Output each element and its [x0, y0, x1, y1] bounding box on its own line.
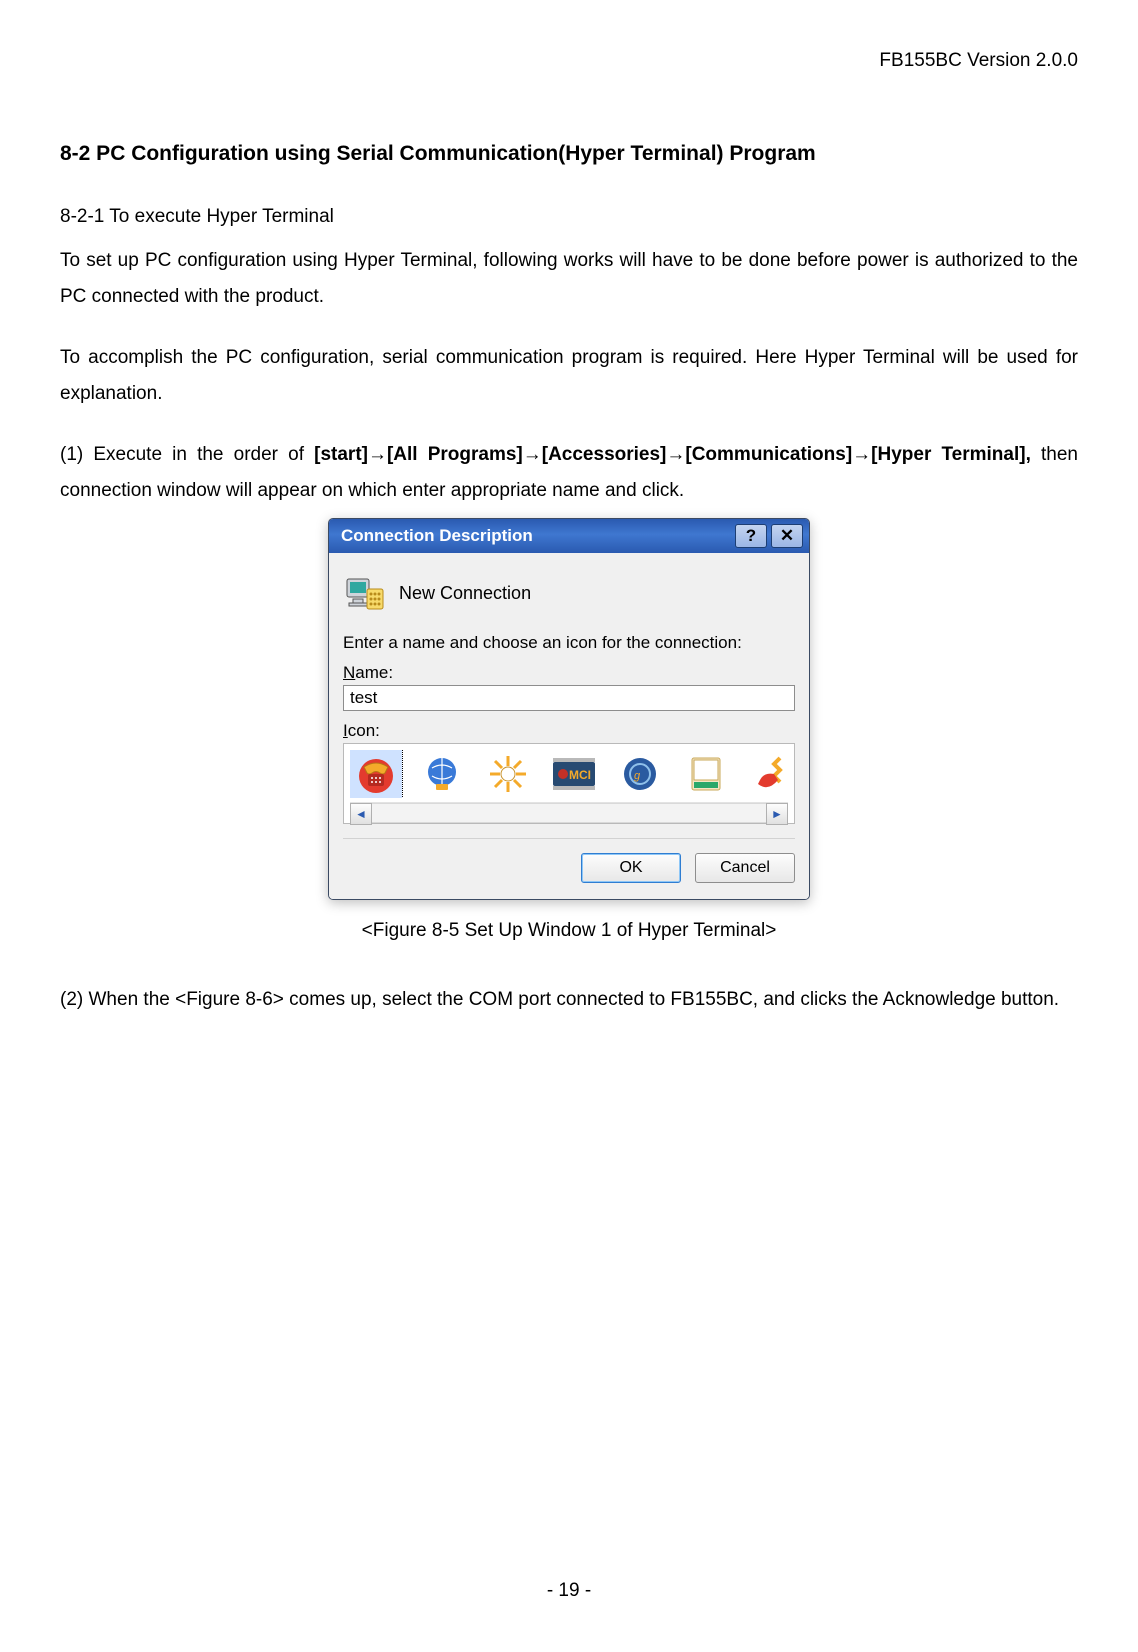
scroll-right-button[interactable]: ► — [766, 803, 788, 825]
step-1: (1) Execute in the order of [start]→[All… — [60, 437, 1078, 509]
phone-icon[interactable] — [350, 750, 402, 798]
sunburst-icon[interactable] — [482, 750, 534, 798]
ok-button[interactable]: OK — [581, 853, 681, 883]
scroll-track[interactable] — [372, 803, 766, 823]
new-connection-icon — [345, 573, 387, 615]
page-number: - 19 - — [0, 1580, 1138, 1602]
lightning-phone-icon[interactable] — [746, 750, 788, 798]
scroll-left-button[interactable]: ◄ — [350, 803, 372, 825]
section-title: 8-2 PC Configuration using Serial Commun… — [60, 142, 1078, 166]
globe-atlas-icon[interactable] — [416, 750, 468, 798]
new-connection-label: New Connection — [399, 583, 531, 604]
figure-caption: <Figure 8-5 Set Up Window 1 of Hyper Ter… — [60, 920, 1078, 942]
step-1-prefix: (1) Execute in the order of — [60, 444, 314, 465]
connection-name-input[interactable] — [343, 685, 795, 711]
cancel-button[interactable]: Cancel — [695, 853, 795, 883]
paragraph-2: To accomplish the PC configuration, seri… — [60, 340, 1078, 412]
subsection-title: 8-2-1 To execute Hyper Terminal — [60, 206, 1078, 228]
icon-field-label: Icon: — [343, 721, 795, 741]
satellite-dish-icon[interactable] — [680, 750, 732, 798]
step-1-bold: [start]→[All Programs]→[Accessories]→[Co… — [314, 444, 1031, 465]
close-button[interactable]: ✕ — [771, 524, 803, 548]
paragraph-1: To set up PC configuration using Hyper T… — [60, 243, 1078, 315]
name-rest: ame: — [355, 663, 393, 682]
close-icon: ✕ — [780, 526, 794, 546]
mci-chip-icon[interactable]: MCI — [548, 750, 600, 798]
dial-globe-icon[interactable]: g — [614, 750, 666, 798]
connection-description-dialog: Connection Description ? ✕ — [328, 518, 810, 900]
dialog-titlebar[interactable]: Connection Description ? ✕ — [329, 519, 809, 553]
name-accel: N — [343, 663, 355, 682]
dialog-title: Connection Description — [341, 526, 533, 546]
dialog-prompt: Enter a name and choose an icon for the … — [343, 633, 795, 653]
icon-scrollbar[interactable]: ◄ ► — [350, 802, 788, 823]
step-2: (2) When the <Figure 8-6> comes up, sele… — [60, 982, 1078, 1018]
doc-version: FB155BC Version 2.0.0 — [60, 50, 1078, 72]
icon-picker[interactable]: MCI g — [343, 743, 795, 824]
icon-rest: con: — [348, 721, 380, 740]
svg-text:g: g — [634, 770, 641, 782]
help-icon: ? — [746, 526, 756, 546]
help-button[interactable]: ? — [735, 524, 767, 548]
name-field-label: Name: — [343, 663, 795, 683]
svg-text:MCI: MCI — [569, 768, 591, 782]
